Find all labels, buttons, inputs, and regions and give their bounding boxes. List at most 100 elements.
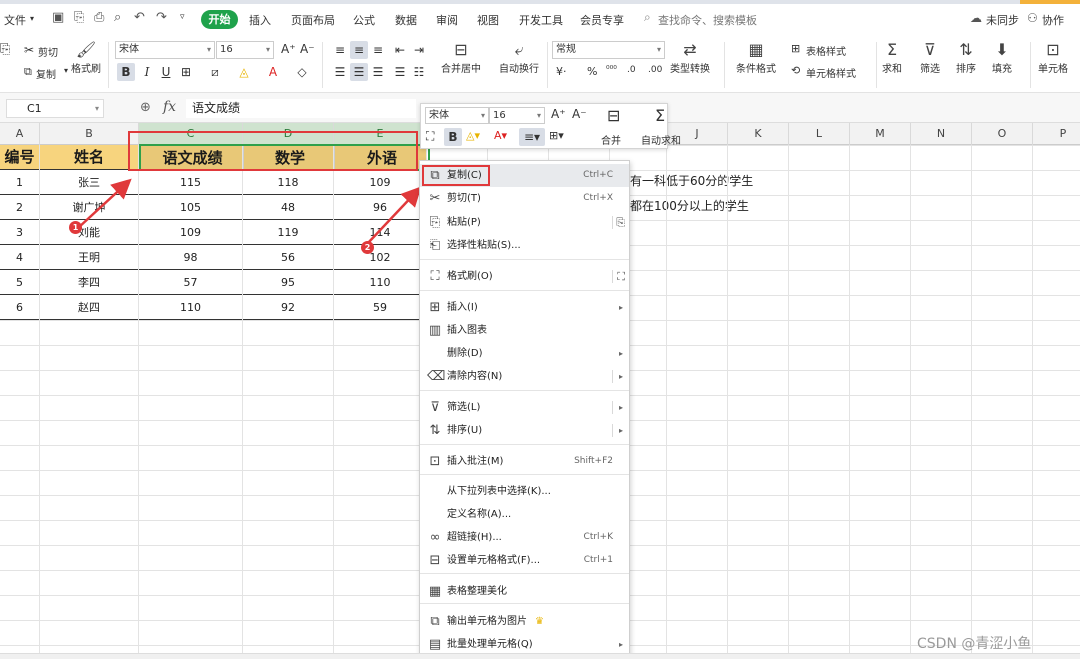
table-cell[interactable]: 王明 (40, 245, 139, 270)
table-cell[interactable]: 102 (334, 245, 427, 270)
format-painter-button[interactable]: 🖌 格式刷 (71, 40, 101, 75)
conditional-format-button[interactable]: ▦ 条件格式 (736, 40, 776, 75)
table-cell[interactable]: 98 (139, 245, 243, 270)
align-center-icon[interactable]: ☰ (350, 63, 368, 81)
context-menu-item[interactable]: ⇅ 排序(U) ▸ (420, 419, 629, 442)
border-icon[interactable]: ⊞ (177, 63, 195, 81)
table-cell[interactable]: 4 (0, 245, 40, 270)
column-header-c[interactable]: C (139, 123, 243, 145)
cut-button[interactable]: 剪切 (38, 44, 58, 59)
border-icon[interactable]: ⊞▾ (549, 129, 564, 142)
align-bottom-icon[interactable]: ≡ (369, 41, 387, 59)
shrink-font-icon[interactable]: A⁻ (300, 42, 315, 56)
table-header-cell[interactable]: 姓名 (40, 145, 139, 170)
table-header-cell[interactable]: 外语 (334, 145, 427, 170)
table-cell[interactable]: 李四 (40, 270, 139, 295)
column-header-a[interactable]: A (0, 123, 40, 145)
tab-view[interactable]: 视图 (477, 12, 499, 28)
currency-icon[interactable]: ¥· (556, 65, 567, 78)
export-icon[interactable]: ⎘ (74, 10, 84, 25)
paste-options-icon[interactable]: ⎘ (616, 211, 625, 234)
table-cell[interactable]: 3 (0, 220, 40, 245)
mini-font-select[interactable]: 宋体 ▾ (425, 107, 489, 124)
indent-increase-icon[interactable]: ⇥ (410, 41, 428, 59)
context-menu-item[interactable]: ⎘ 粘贴(P) ⎘ (420, 211, 629, 234)
align-center-icon[interactable]: ≡▾ (519, 128, 545, 146)
table-cell[interactable]: 48 (243, 195, 334, 220)
undo-icon[interactable]: ↶ (134, 10, 145, 25)
fill-color-icon[interactable]: ◬▾ (466, 129, 480, 142)
mini-bold-button[interactable]: B (444, 128, 462, 146)
cell-style-icon[interactable]: ⧄ (206, 63, 224, 81)
table-cell[interactable]: 110 (334, 270, 427, 295)
context-menu-item[interactable]: ⛶ 格式刷(O) ⛶ (420, 265, 629, 288)
file-menu[interactable]: 文件 (4, 12, 26, 28)
clear-format-icon[interactable]: ◇ (293, 63, 311, 81)
column-header-b[interactable]: B (40, 123, 139, 145)
formula-input[interactable]: 语文成绩 (186, 99, 416, 118)
save-icon[interactable]: ▣ (52, 10, 64, 25)
context-menu-item[interactable]: ▥ 插入图表 (420, 319, 629, 342)
table-cell[interactable]: 109 (334, 170, 427, 195)
table-style-button[interactable]: 表格样式 (806, 43, 846, 58)
font-select[interactable]: 宋体 ▾ (115, 41, 215, 59)
chevron-down-icon[interactable]: ▾ (30, 14, 34, 23)
table-cell[interactable]: 118 (243, 170, 334, 195)
wrap-text-button[interactable]: ⤶ 自动换行 (499, 40, 539, 75)
context-menu-item[interactable]: ⧉ 复制(C) Ctrl+C (420, 164, 629, 187)
grow-font-icon[interactable]: A⁺ (281, 42, 296, 56)
grow-font-icon[interactable]: A⁺ (551, 107, 566, 121)
table-cell[interactable]: 92 (243, 295, 334, 320)
mini-merge-button[interactable]: 合并 (601, 132, 621, 147)
context-menu-item[interactable]: ⊽ 筛选(L) ▸ (420, 396, 629, 419)
percent-icon[interactable]: % (587, 65, 597, 78)
fill-color-icon[interactable]: ◬ (235, 63, 253, 81)
increase-decimal-icon[interactable]: .0 (627, 65, 636, 75)
bold-button[interactable]: B (117, 63, 135, 81)
table-cell[interactable]: 105 (139, 195, 243, 220)
indent-decrease-icon[interactable]: ⇤ (391, 41, 409, 59)
type-convert-button[interactable]: ⇄ 类型转换 (670, 40, 710, 75)
tab-data[interactable]: 数据 (395, 12, 417, 28)
customize-dropdown-icon[interactable]: ▿ (180, 12, 185, 22)
column-header-k[interactable]: K (728, 123, 789, 145)
merge-icon[interactable]: ⊟ (607, 106, 620, 125)
align-middle-icon[interactable]: ≡ (350, 41, 368, 59)
justify-icon[interactable]: ☰ (391, 63, 409, 81)
chevron-down-icon[interactable]: ▾ (64, 66, 68, 75)
fx-icon[interactable]: fx (163, 99, 176, 115)
context-menu-item[interactable]: ∞ 超链接(H)... Ctrl+K (420, 526, 629, 549)
distribute-icon[interactable]: ☷ (410, 63, 428, 81)
context-menu-item[interactable]: 删除(D) ▸ (420, 342, 629, 365)
tab-review[interactable]: 审阅 (436, 12, 458, 28)
decrease-decimal-icon[interactable]: .00 (648, 65, 662, 75)
sum-button[interactable]: Σ 求和 (882, 40, 902, 75)
filter-button[interactable]: ⊽ 筛选 (920, 40, 940, 75)
collab-button[interactable]: 协作 (1042, 12, 1064, 28)
italic-button[interactable]: I (138, 63, 156, 81)
context-menu-item[interactable]: ⊡ 插入批注(M) Shift+F2 (420, 450, 629, 473)
format-brush-icon[interactable]: ⛶ (426, 129, 434, 144)
column-header-m[interactable]: M (850, 123, 911, 145)
column-header-n[interactable]: N (911, 123, 972, 145)
tab-developer[interactable]: 开发工具 (519, 12, 563, 28)
font-color-icon[interactable]: A▾ (494, 129, 507, 142)
column-header-d[interactable]: D (243, 123, 334, 145)
column-header-o[interactable]: O (972, 123, 1033, 145)
context-menu-item[interactable]: 定义名称(A)... (420, 503, 629, 526)
thousands-icon[interactable]: ⁰⁰⁰ (606, 65, 617, 75)
table-cell[interactable]: 5 (0, 270, 40, 295)
context-menu-item[interactable]: 从下拉列表中选择(K)... (420, 480, 629, 503)
shrink-font-icon[interactable]: A⁻ (572, 107, 587, 121)
table-cell[interactable]: 赵四 (40, 295, 139, 320)
table-cell[interactable]: 张三 (40, 170, 139, 195)
table-cell[interactable]: 115 (139, 170, 243, 195)
merge-center-button[interactable]: ⊟ 合并居中 (441, 40, 481, 75)
font-size-select[interactable]: 16 ▾ (216, 41, 274, 59)
table-cell[interactable]: 谢广坤 (40, 195, 139, 220)
mini-size-select[interactable]: 16 ▾ (489, 107, 545, 124)
table-cell[interactable]: 2 (0, 195, 40, 220)
zoom-icon[interactable]: ⊕ (140, 100, 151, 115)
tab-start[interactable]: 开始 (201, 10, 238, 29)
copy-button[interactable]: 复制 (36, 66, 56, 81)
